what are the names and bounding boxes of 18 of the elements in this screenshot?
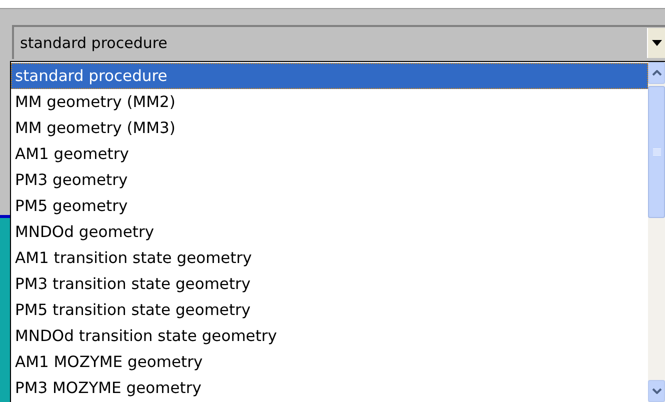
list-option[interactable]: PM5 geometry: [11, 193, 648, 219]
list-option[interactable]: PM3 geometry: [11, 167, 648, 193]
scroll-up-icon[interactable]: [648, 62, 665, 84]
list-option[interactable]: AM1 MOZYME geometry: [11, 349, 648, 375]
list-option[interactable]: PM3 MOZYME geometry: [11, 375, 648, 401]
list-option[interactable]: MM geometry (MM2): [11, 89, 648, 115]
list-option[interactable]: MNDOd transition state geometry: [11, 323, 648, 349]
dropdown-field[interactable]: standard procedure: [12, 25, 665, 59]
list-option[interactable]: MM geometry (MM3): [11, 115, 648, 141]
list-option[interactable]: AM1 geometry: [11, 141, 648, 167]
list-option[interactable]: MNDOd geometry: [11, 219, 648, 245]
list-option[interactable]: AM1 transition state geometry: [11, 245, 648, 271]
list-option[interactable]: PM5 transition state geometry: [11, 297, 648, 323]
scroll-thumb[interactable]: [648, 86, 665, 218]
list-option[interactable]: PM3 transition state geometry: [11, 271, 648, 297]
scroll-down-icon[interactable]: [648, 380, 665, 402]
list-option[interactable]: standard procedure: [11, 63, 648, 89]
scrollbar[interactable]: [648, 62, 665, 402]
